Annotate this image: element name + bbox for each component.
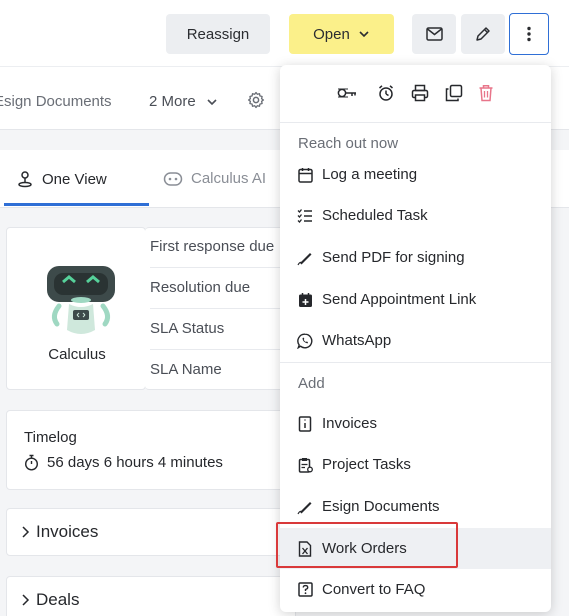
timelog-value: 56 days 6 hours 4 minutes bbox=[47, 454, 223, 471]
user-pin-icon bbox=[18, 171, 32, 188]
top-toolbar: Reassign Open bbox=[0, 0, 569, 66]
pencil-icon bbox=[476, 27, 490, 41]
calculus-label: Calculus bbox=[48, 346, 106, 363]
tab-calculus-ai[interactable]: Calculus AI bbox=[163, 170, 266, 187]
menu-item-send-appointment[interactable]: Send Appointment Link bbox=[280, 279, 551, 320]
calculus-bot-avatar bbox=[47, 266, 115, 334]
vertical-dots-icon bbox=[527, 26, 531, 42]
timelog-card: Timelog 56 days 6 hours 4 minutes bbox=[6, 410, 296, 490]
printer-icon[interactable] bbox=[408, 81, 432, 105]
sla-row-first-response: First response due bbox=[150, 228, 295, 268]
faq-icon bbox=[297, 582, 313, 598]
copy-icon[interactable] bbox=[442, 81, 466, 105]
highlight-annotation-box bbox=[276, 522, 458, 568]
more-options-button[interactable] bbox=[509, 13, 549, 55]
menu-divider bbox=[280, 362, 551, 363]
menu-item-convert-faq[interactable]: Convert to FAQ bbox=[280, 569, 551, 610]
invoice-icon bbox=[297, 415, 313, 432]
tab-calculus-ai-label: Calculus AI bbox=[191, 170, 267, 187]
deals-section-header: Deals bbox=[21, 590, 79, 610]
menu-item-esign-documents[interactable]: Esign Documents bbox=[280, 486, 551, 527]
sla-row-status: SLA Status bbox=[150, 310, 295, 350]
signature-icon bbox=[297, 250, 313, 266]
chevron-right-icon bbox=[22, 594, 30, 606]
menu-item-label: Send PDF for signing bbox=[322, 249, 465, 266]
menu-item-label: Send Appointment Link bbox=[322, 291, 477, 308]
deals-section[interactable]: Deals bbox=[6, 576, 296, 616]
alarm-clock-icon[interactable] bbox=[374, 81, 398, 105]
invoices-section-header: Invoices bbox=[21, 522, 98, 542]
menu-item-label: Invoices bbox=[322, 415, 378, 432]
tab-one-view-label: One View bbox=[42, 170, 107, 188]
tab-esign-label: Esign Documents bbox=[0, 93, 112, 110]
timelog-title: Timelog bbox=[24, 429, 77, 446]
menu-item-project-tasks[interactable]: Project Tasks bbox=[280, 444, 551, 485]
email-button[interactable] bbox=[412, 14, 456, 54]
whatsapp-icon bbox=[297, 333, 313, 349]
key-icon[interactable] bbox=[335, 81, 359, 105]
tab-one-view[interactable]: One View bbox=[16, 170, 107, 188]
menu-item-log-meeting[interactable]: Log a meeting bbox=[280, 154, 551, 195]
clipboard-icon bbox=[297, 457, 313, 473]
deals-section-label: Deals bbox=[36, 590, 80, 609]
menu-item-label: Esign Documents bbox=[322, 498, 440, 515]
menu-item-scheduled-task[interactable]: Scheduled Task bbox=[280, 195, 551, 236]
active-tab-indicator bbox=[4, 203, 149, 206]
signature-icon bbox=[297, 499, 313, 515]
edit-button[interactable] bbox=[461, 14, 505, 54]
invoices-section-label: Invoices bbox=[36, 522, 99, 541]
reassign-button[interactable]: Reassign bbox=[166, 14, 270, 54]
menu-item-invoices[interactable]: Invoices bbox=[280, 403, 551, 444]
reach-out-heading: Reach out now bbox=[298, 135, 399, 152]
sla-card: First response due Resolution due SLA St… bbox=[145, 227, 295, 390]
tab-more-label: 2 More bbox=[149, 93, 196, 110]
calculus-card: Calculus bbox=[6, 227, 146, 390]
menu-item-label: Convert to FAQ bbox=[322, 581, 426, 598]
sla-row-name: SLA Name bbox=[150, 361, 222, 378]
menu-item-label: WhatsApp bbox=[322, 332, 392, 349]
tab-more-dropdown[interactable]: 2 More bbox=[149, 93, 218, 110]
sla-row-resolution: Resolution due bbox=[150, 269, 295, 309]
chevron-down-icon bbox=[359, 31, 369, 38]
calendar-icon bbox=[297, 167, 313, 183]
menu-item-whatsapp[interactable]: WhatsApp bbox=[280, 320, 551, 361]
invoices-section[interactable]: Invoices bbox=[6, 508, 296, 556]
mail-icon bbox=[425, 27, 443, 41]
menu-item-send-pdf[interactable]: Send PDF for signing bbox=[280, 237, 551, 278]
menu-item-label: Project Tasks bbox=[322, 456, 411, 473]
calendar-plus-icon bbox=[297, 292, 313, 308]
gear-icon[interactable] bbox=[247, 91, 265, 109]
open-status-button[interactable]: Open bbox=[289, 14, 394, 54]
open-status-label: Open bbox=[313, 25, 350, 43]
bot-face-icon bbox=[163, 171, 183, 186]
stopwatch-icon bbox=[24, 454, 39, 471]
chevron-right-icon bbox=[22, 526, 30, 538]
tab-esign-documents[interactable]: Esign Documents bbox=[0, 93, 112, 110]
quick-actions-row bbox=[280, 65, 551, 123]
menu-item-label: Log a meeting bbox=[322, 166, 418, 183]
add-heading: Add bbox=[298, 375, 325, 392]
timelog-value-row: 56 days 6 hours 4 minutes bbox=[24, 454, 223, 471]
trash-icon[interactable] bbox=[474, 81, 498, 105]
menu-item-label: Scheduled Task bbox=[322, 207, 428, 224]
chevron-down-icon bbox=[207, 98, 217, 105]
checklist-icon bbox=[297, 208, 313, 224]
